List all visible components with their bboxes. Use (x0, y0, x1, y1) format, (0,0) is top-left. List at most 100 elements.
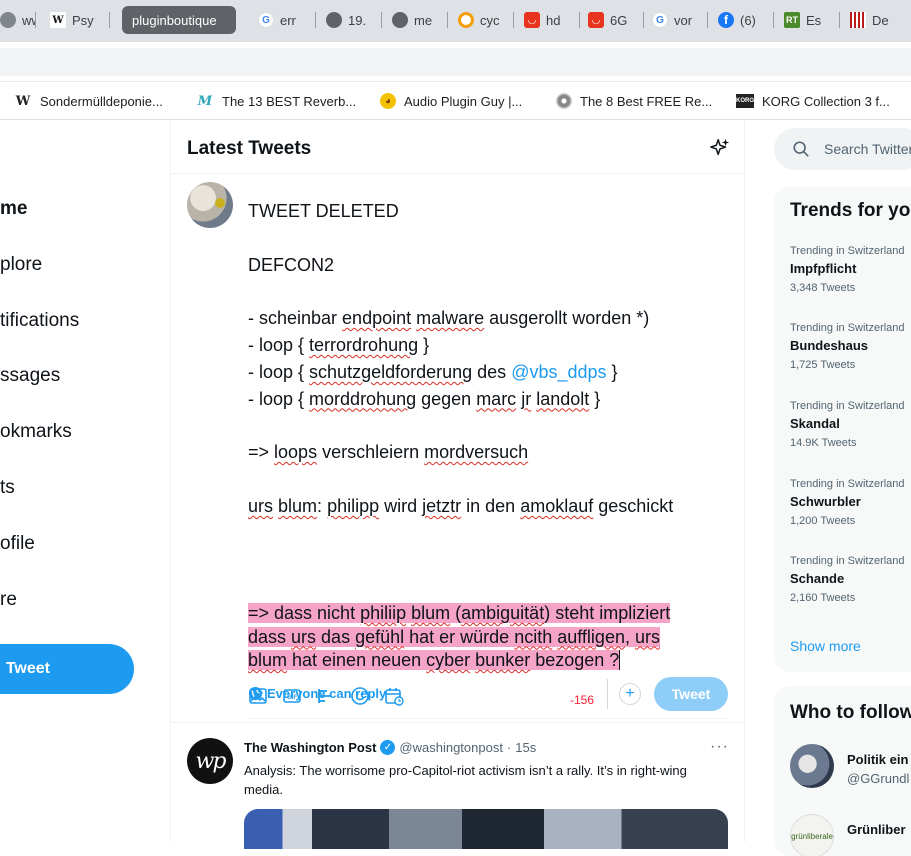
browser-tab[interactable]: me (384, 6, 448, 34)
gif-icon[interactable]: GIF (282, 686, 302, 706)
tweet-media-image[interactable] (244, 809, 728, 849)
bookmark-item[interactable]: KORG KORG Collection 3 f... (736, 92, 890, 110)
show-more-link[interactable]: Show more (790, 638, 861, 654)
browser-tab[interactable]: W Psy (42, 6, 110, 34)
trend-item[interactable]: Trending in Switzerland Schande 2,160 Twee… (790, 555, 905, 604)
draft-line: DEFCON2 (248, 254, 335, 275)
search-input[interactable]: Search Twitter (824, 141, 911, 157)
more-options-icon[interactable]: ··· (710, 738, 729, 756)
nav-bookmarks[interactable]: okmarks (0, 421, 72, 443)
media-icon[interactable] (248, 686, 268, 706)
search-box[interactable]: Search Twitter (774, 128, 911, 170)
bookmark-item[interactable]: ◕ Audio Plugin Guy |... (380, 92, 522, 110)
nav-profile[interactable]: ofile (0, 533, 35, 555)
character-counter: -156 (570, 693, 595, 707)
address-bar[interactable] (0, 48, 911, 76)
draft-line: - loop { terrordrohung } (248, 334, 430, 355)
disc-icon (556, 93, 572, 109)
bookmark-item[interactable]: M The 13 BEST Reverb... (196, 92, 356, 110)
avatar[interactable]: wp (187, 738, 233, 784)
wikipedia-icon: W (50, 12, 66, 28)
trend-item[interactable]: Trending in Switzerland Schwurbler 1,200 T… (790, 478, 905, 527)
rt-icon: RT (784, 12, 800, 28)
browser-tab[interactable]: cyc (450, 6, 514, 34)
browser-tab[interactable]: G err (250, 6, 316, 34)
author-name[interactable]: The Washington Post (244, 740, 376, 755)
red-bag-icon: ◡ (524, 12, 540, 28)
orange-ring-icon (458, 12, 474, 28)
follow-account-name[interactable]: Politik ein (847, 752, 908, 767)
browser-tab[interactable]: De (842, 6, 911, 34)
wikipedia-icon: W (15, 93, 31, 109)
tweet-timestamp[interactable]: 15s (515, 740, 536, 755)
timeline-header: Latest Tweets (171, 120, 745, 174)
draft-line: - loop { morddrohung gegen marc jr lando… (248, 388, 601, 409)
globe-icon (326, 12, 342, 28)
google-icon: G (652, 12, 668, 28)
emoji-face-icon: ◕ (380, 93, 396, 109)
draft-line: - scheinbar endpoint malware ausgerollt … (248, 308, 650, 329)
globe-icon (392, 12, 408, 28)
browser-tab[interactable]: 19. (318, 6, 382, 34)
google-icon: G (258, 12, 274, 28)
schedule-icon[interactable] (384, 686, 404, 706)
draft-line (248, 278, 728, 305)
tweet-card[interactable]: wp The Washington Post ✓ @washingtonpost… (171, 724, 745, 849)
browser-tab-active[interactable]: pluginboutique (122, 6, 236, 34)
add-tweet-thread-button[interactable]: + (619, 683, 641, 705)
main-timeline: Latest Tweets TWEET DELETED DEFCON2 - sc… (170, 120, 745, 849)
emoji-icon[interactable] (350, 686, 370, 706)
m-script-icon: M (197, 93, 213, 109)
tweet-button-nav[interactable]: Tweet (0, 644, 134, 694)
browser-tab[interactable]: f (6) (710, 6, 774, 34)
tweet-text: Analysis: The worrisome pro-Capitol-riot… (244, 763, 687, 797)
tweet-header: The Washington Post ✓ @washingtonpost · … (244, 740, 536, 755)
follow-account-handle[interactable]: @GGrundl (847, 771, 909, 786)
browser-tab[interactable]: ◡ hd (516, 6, 580, 34)
trends-title: Trends for you (790, 200, 911, 221)
twitter-left-nav: me plore tifications ssages okmarks ts o… (0, 120, 170, 842)
browser-tab[interactable]: ww (0, 6, 36, 34)
highlighted-draft-text[interactable]: => dass nicht philiip blum (ambiguität) … (248, 602, 716, 673)
avatar[interactable] (187, 182, 233, 228)
mention-link[interactable]: @vbs_ddps (511, 362, 606, 382)
tweet-submit-button[interactable]: Tweet (654, 677, 728, 711)
divider (248, 718, 728, 719)
draft-line: urs blum: philipp wird jetztr in den amo… (248, 495, 674, 516)
who-to-follow-panel: Who to follow Politik ein @GGrundl grünl… (774, 686, 911, 856)
draft-line (248, 466, 728, 493)
nav-messages[interactable]: ssages (0, 365, 60, 387)
sparkle-icon[interactable] (709, 137, 731, 159)
right-sidebar: Search Twitter Trends for you Trending i… (774, 120, 911, 856)
draft-line: blum hat einen neuen cyber bunker bezoge… (248, 650, 621, 670)
draft-line: => dass nicht philiip blum (ambiguität) … (248, 603, 671, 623)
page-title: Latest Tweets (187, 138, 312, 159)
browser-tab[interactable]: ◡ 6G (580, 6, 644, 34)
nav-notifications[interactable]: tifications (0, 310, 79, 332)
nav-home[interactable]: me (0, 198, 27, 220)
avatar[interactable] (790, 744, 834, 788)
trends-panel: Trends for you Trending in Switzerland Im… (774, 186, 911, 672)
nav-more[interactable]: re (0, 589, 17, 611)
bookmark-item[interactable]: W Sondermülldeponie... (14, 92, 163, 110)
author-handle[interactable]: @washingtonpost (399, 740, 503, 755)
tweet-draft-text[interactable]: TWEET DELETED DEFCON2 - scheinbar endpoi… (248, 198, 728, 520)
poll-icon[interactable] (316, 686, 336, 706)
trend-item[interactable]: Trending in Switzerland Skandal 14.9K Twee… (790, 400, 905, 449)
draft-line: TWEET DELETED (248, 201, 399, 221)
svg-text:GIF: GIF (287, 695, 297, 701)
globe-icon (0, 12, 16, 28)
draft-line: - loop { schutzgeldforderung des @vbs_dd… (248, 361, 618, 382)
follow-account-name[interactable]: Grünliber (847, 822, 906, 837)
nav-explore[interactable]: plore (0, 254, 42, 276)
separator-dot: · (506, 740, 512, 755)
trend-item[interactable]: Trending in Switzerland Bundeshaus 1,725 T… (790, 322, 905, 371)
browser-tab[interactable]: RT Es (776, 6, 840, 34)
trend-item[interactable]: Trending in Switzerland Impfpflicht 3,348 … (790, 245, 905, 294)
draft-line: dass urs das gefühl hat er würde ncith a… (248, 626, 660, 647)
nav-lists[interactable]: ts (0, 477, 15, 499)
avatar[interactable]: grünliberale (790, 814, 834, 856)
divider (607, 679, 608, 709)
bookmark-item[interactable]: The 8 Best FREE Re... (556, 92, 712, 110)
browser-tab[interactable]: G vor (644, 6, 708, 34)
